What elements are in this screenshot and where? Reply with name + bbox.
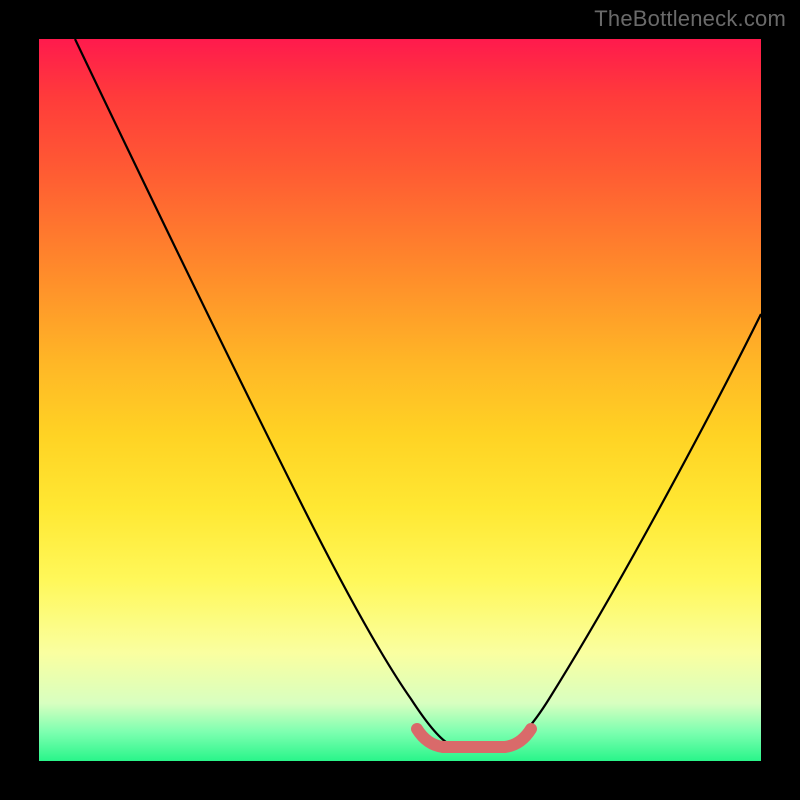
watermark-text: TheBottleneck.com: [594, 6, 786, 32]
chart-frame: TheBottleneck.com: [0, 0, 800, 800]
bottleneck-curve: [75, 39, 761, 745]
plot-area: [39, 39, 761, 761]
chart-svg: [39, 39, 761, 761]
